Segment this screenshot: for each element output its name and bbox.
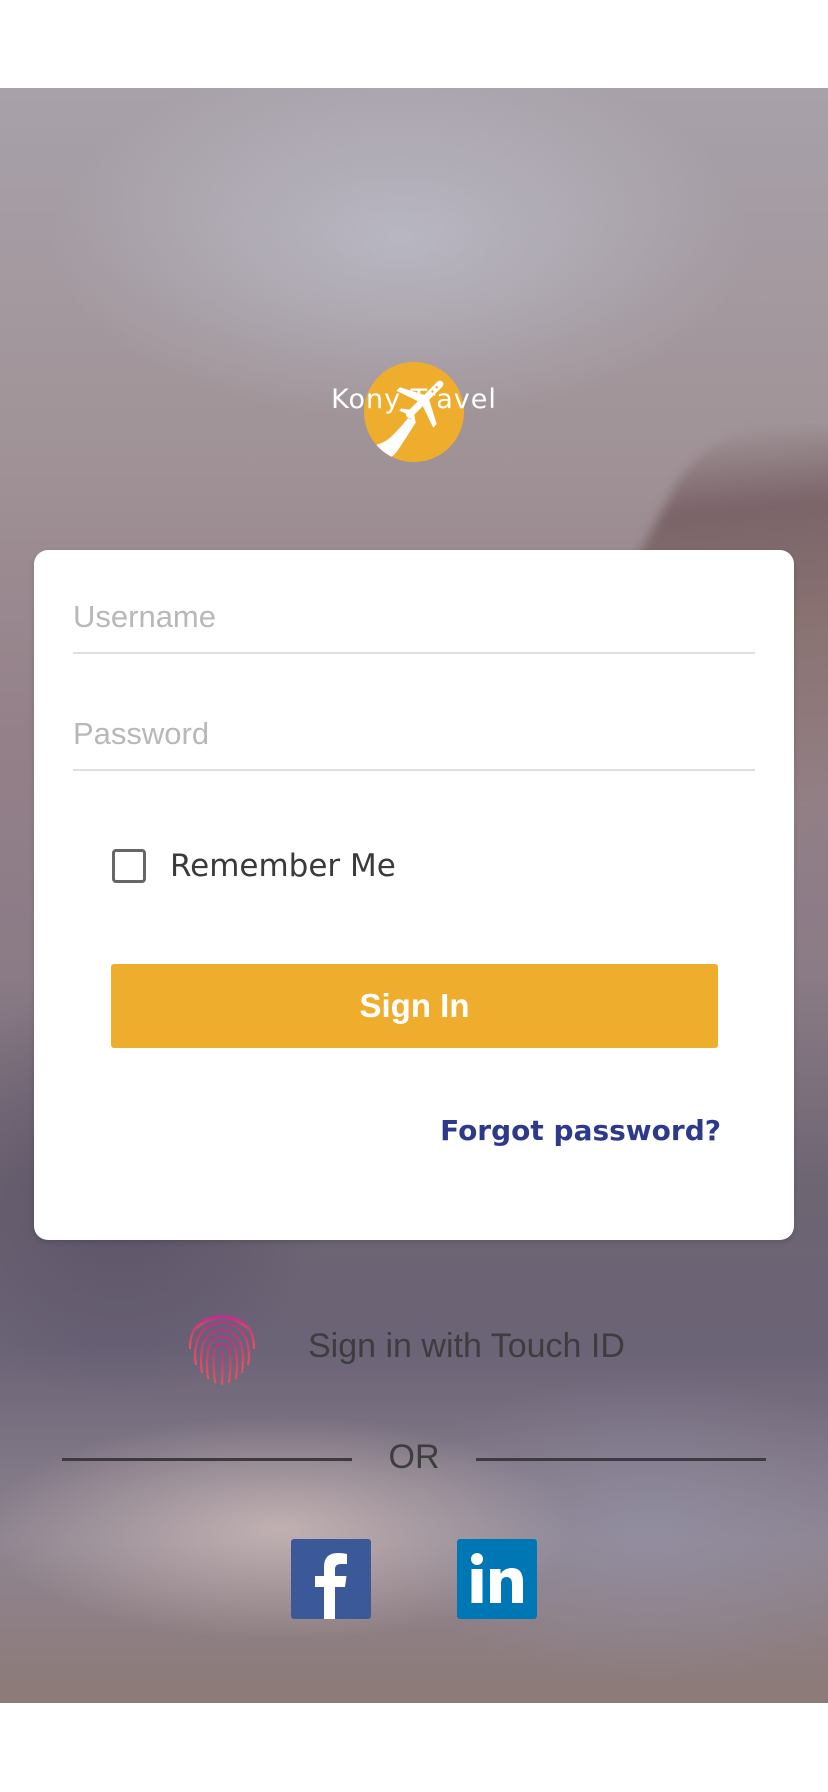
login-card: Remember Me Sign In Forgot password? xyxy=(34,550,794,1240)
facebook-login-button[interactable] xyxy=(291,1539,371,1619)
brand-name: Kony Travel xyxy=(331,384,497,415)
password-input[interactable] xyxy=(73,699,755,771)
remember-me-label: Remember Me xyxy=(170,848,396,884)
or-divider: OR xyxy=(62,1436,766,1480)
divider-line-right xyxy=(476,1458,766,1461)
fingerprint-icon[interactable] xyxy=(182,1306,262,1386)
touch-id-signin[interactable]: Sign in with Touch ID xyxy=(182,1306,625,1386)
or-label: OR xyxy=(388,1438,440,1476)
linkedin-login-button[interactable] xyxy=(457,1539,537,1619)
sign-in-button[interactable]: Sign In xyxy=(111,964,718,1048)
touch-id-label: Sign in with Touch ID xyxy=(308,1326,625,1365)
username-input[interactable] xyxy=(73,582,755,654)
remember-me-checkbox[interactable] xyxy=(112,849,146,883)
remember-me-toggle[interactable]: Remember Me xyxy=(112,846,396,886)
facebook-icon xyxy=(315,1553,347,1619)
home-indicator-area xyxy=(0,1703,828,1792)
status-bar-area xyxy=(0,0,828,88)
forgot-password-link[interactable]: Forgot password? xyxy=(440,1114,721,1147)
divider-line-left xyxy=(62,1458,352,1461)
linkedin-icon xyxy=(471,1553,523,1603)
